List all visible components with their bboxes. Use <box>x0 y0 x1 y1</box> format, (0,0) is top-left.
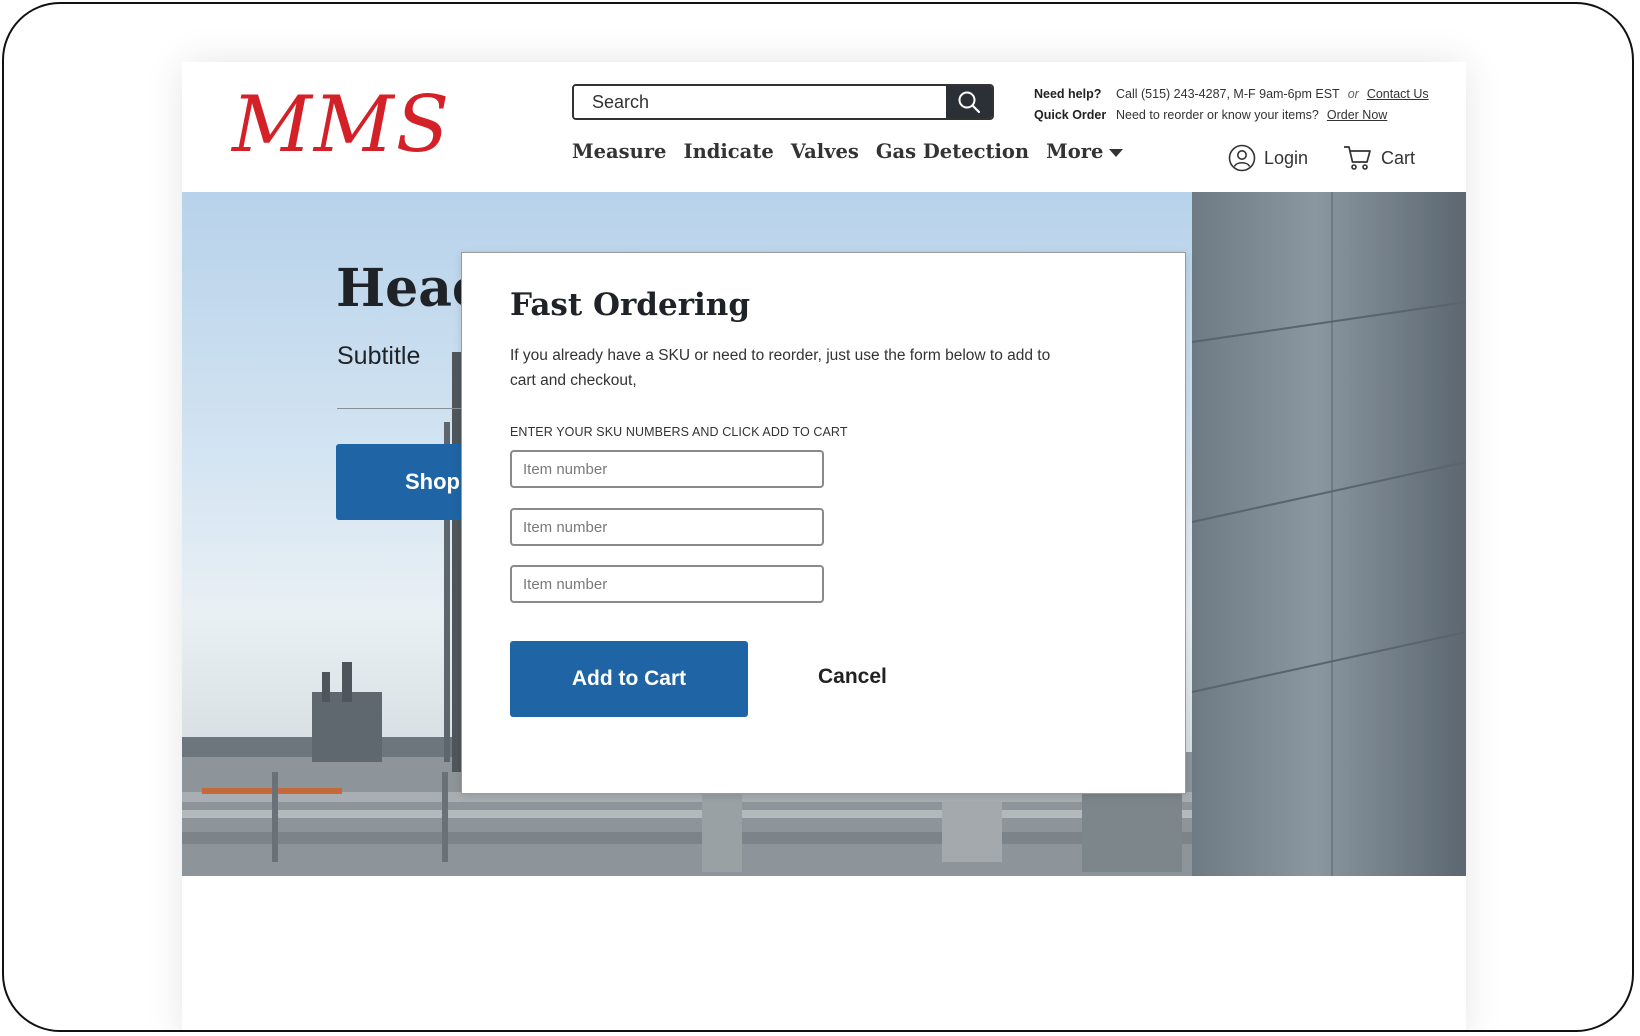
sku-input-3[interactable] <box>510 565 824 603</box>
add-to-cart-button[interactable]: Add to Cart <box>510 641 748 717</box>
search-bar <box>572 84 994 120</box>
nav-item-gas-detection[interactable]: Gas Detection <box>876 140 1029 163</box>
contact-us-link[interactable]: Contact Us <box>1367 87 1429 101</box>
nav-item-more[interactable]: More <box>1046 140 1124 163</box>
sku-input-1[interactable] <box>510 450 824 488</box>
help-panel: Need help? Call (515) 243-4287, M-F 9am-6… <box>1034 84 1429 126</box>
need-help-row: Need help? Call (515) 243-4287, M-F 9am-6… <box>1034 84 1429 105</box>
hero-divider <box>337 408 462 409</box>
modal-title: Fast Ordering <box>510 287 751 323</box>
main-nav: Measure Indicate Valves Gas Detection Mo… <box>572 140 1124 163</box>
nav-item-indicate[interactable]: Indicate <box>683 140 773 163</box>
nav-item-measure[interactable]: Measure <box>572 140 666 163</box>
search-icon <box>958 91 981 114</box>
cart-icon <box>1344 146 1371 170</box>
mms-logo[interactable]: MMS <box>232 80 451 170</box>
modal-description: If you already have a SKU or need to reo… <box>510 347 1051 389</box>
site-header: MMS Need help? Call (515) 243-4287, M-F 9… <box>182 62 1466 192</box>
cart-button[interactable]: Cart <box>1343 144 1415 172</box>
cart-label: Cart <box>1381 147 1416 168</box>
need-help-text: Call (515) 243-4287, M-F 9am-6pm EST <box>1116 87 1340 101</box>
search-input[interactable] <box>574 86 946 118</box>
quick-order-text: Need to reorder or know your items? <box>1116 108 1319 122</box>
need-help-label: Need help? <box>1034 87 1102 101</box>
search-button[interactable] <box>946 86 992 118</box>
chevron-down-icon <box>1109 148 1124 157</box>
order-now-link[interactable]: Order Now <box>1327 108 1387 122</box>
sku-input-2[interactable] <box>510 508 824 546</box>
nav-item-more-label: More <box>1046 140 1104 163</box>
quick-order-label: Quick Order <box>1034 108 1107 122</box>
or-text: or <box>1347 87 1359 101</box>
login-button[interactable]: Login <box>1228 144 1308 172</box>
hero-subtitle: Subtitle <box>337 342 421 370</box>
user-icon <box>1228 144 1256 172</box>
cancel-button[interactable]: Cancel <box>818 665 887 689</box>
device-frame: MMS Need help? Call (515) 243-4287, M-F 9… <box>2 2 1634 1032</box>
nav-item-valves[interactable]: Valves <box>791 140 859 163</box>
quick-order-row: Quick Order Need to reorder or know your … <box>1034 105 1429 126</box>
web-page: MMS Need help? Call (515) 243-4287, M-F 9… <box>182 62 1466 1030</box>
sku-instructions-label: ENTER YOUR SKU NUMBERS AND CLICK ADD TO … <box>510 425 848 439</box>
fast-ordering-modal: Fast Ordering If you already have a SKU … <box>461 252 1186 794</box>
login-label: Login <box>1264 147 1309 168</box>
